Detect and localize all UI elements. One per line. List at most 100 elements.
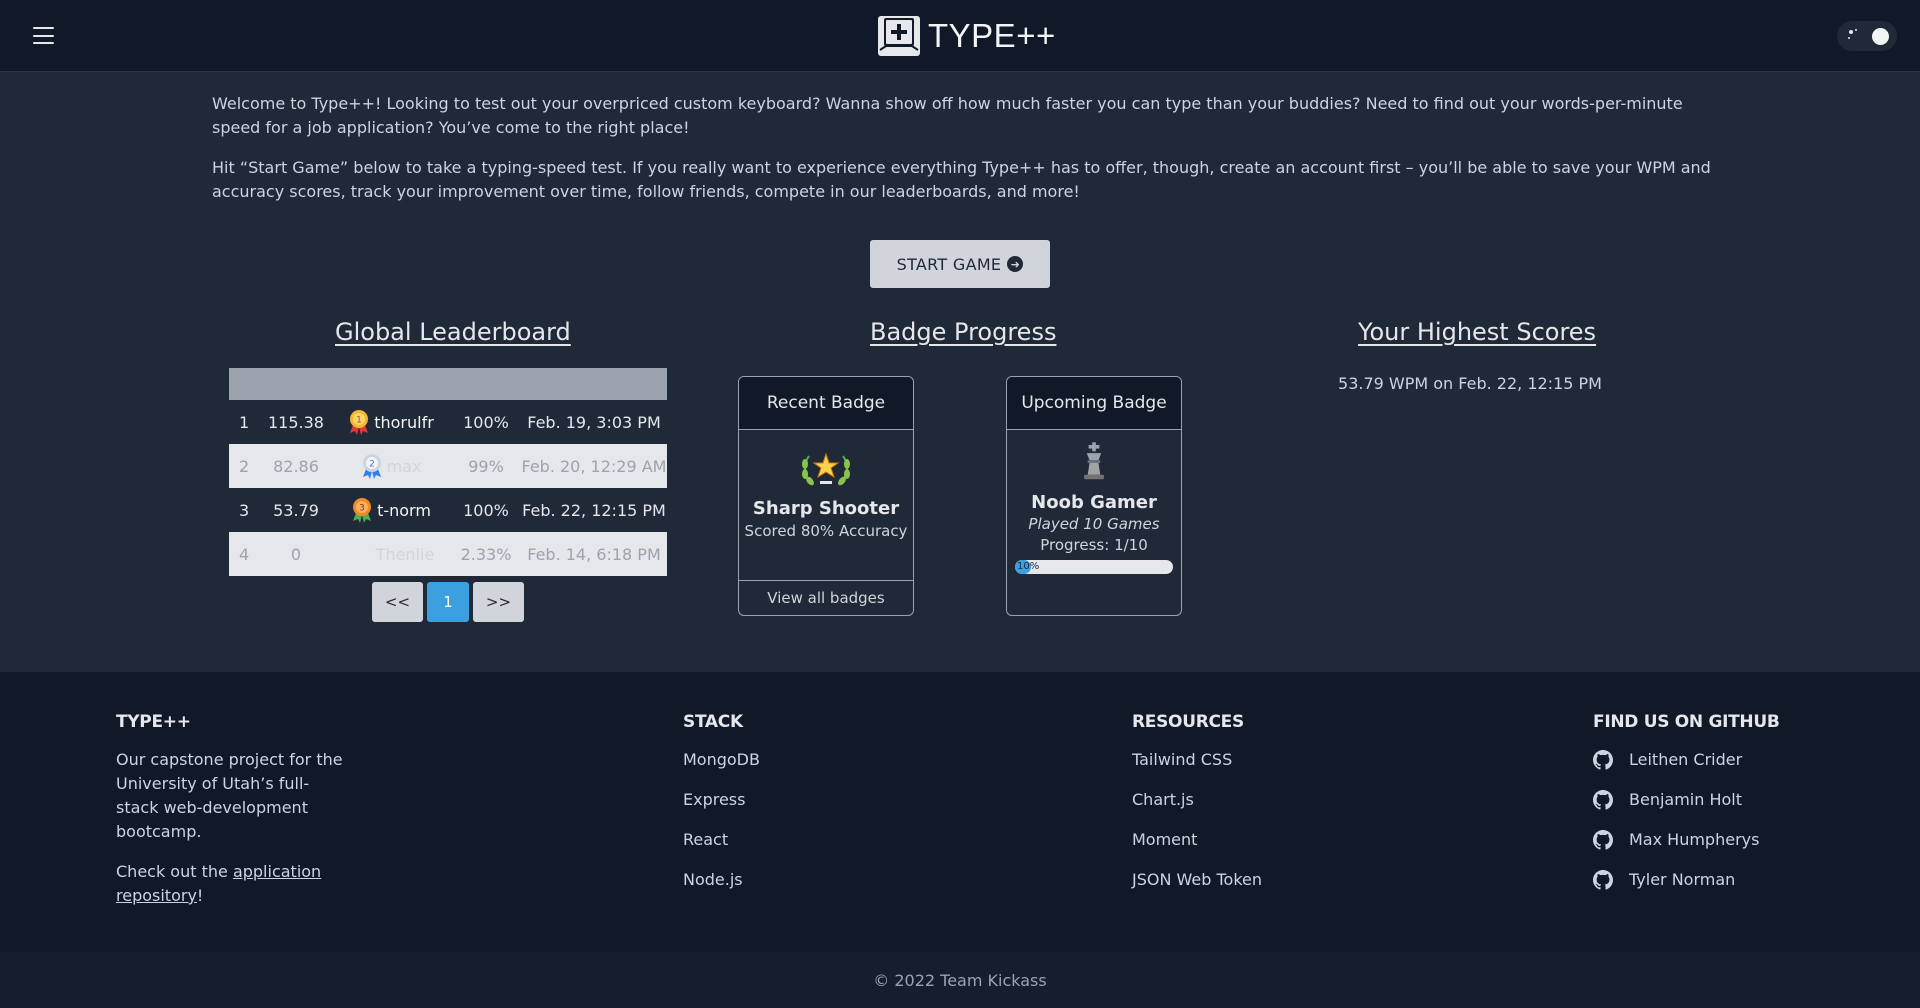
rank-cell: 1 [239,412,250,432]
wpm-cell: 53.79 [273,500,319,520]
badge-progress-bar: 10% [1015,560,1173,574]
recent-badge-name: Sharp Shooter [752,498,900,519]
github-link-leithen[interactable]: Leithen Crider [1593,748,1780,788]
previous-page-button[interactable]: << [372,582,423,622]
site-logo[interactable]: TYPE++ [876,14,1056,58]
github-name: Tyler Norman [1629,870,1736,889]
github-icon [1593,750,1613,770]
svg-text:2: 2 [369,460,375,470]
footer-link-jwt[interactable]: JSON Web Token [1132,868,1262,908]
footer-about: TYPE++ Our capstone project for the Univ… [116,712,346,908]
arrow-right-circle-icon: ➜ [1007,256,1024,272]
svg-text:3: 3 [359,504,365,514]
theme-toggle[interactable] [1837,21,1897,51]
footer-link-tailwind[interactable]: Tailwind CSS [1132,748,1262,788]
accuracy-cell: 2.33% [460,544,512,564]
recent-badge-header: Recent Badge [739,377,913,430]
leaderboard-header-row [229,368,667,400]
footer-github: FIND US ON GITHUB Leithen Crider Benjami… [1593,712,1780,908]
highest-score-entry: 53.79 WPM on Feb. 22, 12:15 PM [1338,374,1602,393]
wpm-cell: 115.38 [268,412,324,432]
intro-paragraph-1: Welcome to Type++! Looking to test out y… [212,94,1683,137]
footer-about-text: Our capstone project for the University … [116,750,343,841]
intro-section: Welcome to Type++! Looking to test out y… [212,92,1712,204]
github-icon [1593,870,1613,890]
username-link[interactable]: max [387,457,422,476]
footer-resources-heading: RESOURCES [1132,712,1244,732]
date-cell: Feb. 19, 3:03 PM [527,412,661,432]
start-game-button[interactable]: START GAME ➜ [870,240,1050,288]
badge-progress-label: 10% [1017,561,1040,572]
accuracy-cell: 100% [463,412,509,432]
footer-resources: RESOURCES Tailwind CSS Chart.js Moment J… [1132,712,1262,908]
date-cell: Feb. 14, 6:18 PM [527,544,661,564]
github-link-tyler[interactable]: Tyler Norman [1593,868,1780,908]
top-navbar: TYPE++ [0,0,1920,72]
footer-link-mongodb[interactable]: MongoDB [683,748,760,788]
github-icon [1593,790,1613,810]
view-all-badges-link[interactable]: View all badges [739,580,913,615]
hamburger-menu-icon[interactable] [33,27,54,44]
date-cell: Feb. 22, 12:15 PM [522,500,666,520]
silver-medal-icon: 2 [362,454,381,479]
upcoming-badge-card: Upcoming Badge Noob Gamer Played 10 Game… [1006,376,1182,616]
upcoming-badge-name: Noob Gamer [1031,492,1157,513]
github-link-benjamin[interactable]: Benjamin Holt [1593,788,1780,828]
page-1-button[interactable]: 1 [427,582,469,622]
github-name: Max Humpherys [1629,830,1760,849]
leaderboard-table: 1 115.38 1 thorulfr 100% Feb. 19, 3:03 P… [229,368,667,576]
footer-about-heading: TYPE++ [116,712,191,732]
star-laurel-icon [802,452,850,486]
rank-cell: 3 [239,500,250,520]
bronze-medal-icon: 3 [353,498,372,523]
table-row: 1 115.38 1 thorulfr 100% Feb. 19, 3:03 P… [229,400,667,444]
wpm-cell: 82.86 [273,456,319,476]
table-row: 4 0 Thenlie 2.33% Feb. 14, 6:18 PM [229,532,667,576]
sun-icon [1848,29,1857,39]
recent-badge-card: Recent Badge Sharp Shooter Scored 80% Ac… [738,376,914,616]
keyboard-key-plus-icon [878,16,920,56]
leaderboard-title[interactable]: Global Leaderboard [335,318,571,346]
footer-link-nodejs[interactable]: Node.js [683,868,760,908]
logo-text: TYPE++ [928,17,1056,54]
leaderboard-pagination: << 1 >> [372,582,524,622]
footer-link-react[interactable]: React [683,828,760,868]
username-link[interactable]: thorulfr [374,413,434,432]
next-page-button[interactable]: >> [473,582,524,622]
copyright-text: © 2022 Team Kickass [873,970,1047,990]
github-name: Leithen Crider [1629,750,1743,769]
username-link[interactable]: t-norm [377,501,431,520]
highest-scores-title[interactable]: Your Highest Scores [1358,318,1596,346]
accuracy-cell: 99% [468,456,504,476]
footer-stack-heading: STACK [683,712,743,732]
gold-medal-icon: 1 [350,410,369,435]
username-link[interactable]: Thenlie [376,545,435,564]
rank-cell: 4 [239,544,250,564]
badge-progress-title[interactable]: Badge Progress [870,318,1056,346]
copyright-bar: © 2022 Team Kickass [0,952,1920,1008]
date-cell: Feb. 20, 12:29 AM [521,456,667,476]
intro-paragraph-2: Hit “Start Game” below to take a typing-… [212,158,1711,201]
footer-repo-text: Check out the application repository! [116,862,322,905]
table-row: 3 53.79 3 t-norm 100% Feb. 22, 12:15 PM [229,488,667,532]
upcoming-badge-description: Played 10 Games [1028,515,1160,533]
svg-text:1: 1 [356,416,362,426]
wpm-cell: 0 [290,544,302,564]
footer-link-express[interactable]: Express [683,788,760,828]
chess-king-icon [1084,442,1104,480]
github-icon [1593,830,1613,850]
table-row: 2 82.86 2 max 99% Feb. 20, 12:29 AM [229,444,667,488]
footer-link-moment[interactable]: Moment [1132,828,1262,868]
footer-github-heading: FIND US ON GITHUB [1593,712,1780,732]
github-name: Benjamin Holt [1629,790,1743,809]
upcoming-badge-progress-text: Progress: 1/10 [1040,536,1148,554]
accuracy-cell: 100% [463,500,509,520]
footer-stack: STACK MongoDB Express React Node.js [683,712,760,908]
recent-badge-description: Scored 80% Accuracy [744,522,908,540]
footer-link-chartjs[interactable]: Chart.js [1132,788,1262,828]
upcoming-badge-header: Upcoming Badge [1007,377,1181,430]
rank-cell: 2 [239,456,250,476]
toggle-knob [1872,28,1889,45]
site-footer: TYPE++ Our capstone project for the Univ… [0,672,1920,952]
github-link-max[interactable]: Max Humpherys [1593,828,1780,868]
